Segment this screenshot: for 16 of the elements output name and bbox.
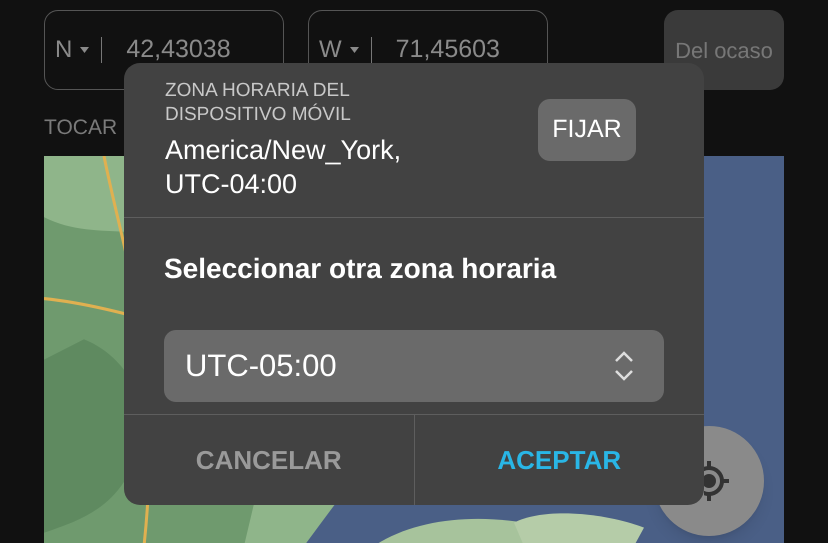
device-timezone: America/New_York, UTC-04:00	[165, 134, 402, 201]
hemisphere-dropdown[interactable]: N	[45, 32, 102, 68]
up-down-chevron-icon	[614, 350, 634, 382]
hemisphere-dropdown[interactable]: W	[309, 32, 371, 68]
accept-button[interactable]: ACEPTAR	[414, 415, 704, 505]
caret-icon	[350, 47, 359, 53]
crosshair-icon	[704, 458, 731, 502]
caret-icon	[80, 47, 90, 53]
coordinate-value: 71,45603	[394, 34, 500, 66]
map-hint: TOCAR	[44, 115, 118, 141]
cancel-button[interactable]: CANCELAR	[124, 415, 414, 505]
set-button[interactable]: FIJAR	[538, 99, 636, 161]
coordinate-value: 42,43038	[125, 34, 231, 66]
selected-timezone: UTC-05:00	[185, 346, 337, 385]
timezone-select[interactable]: UTC-05:00	[164, 330, 664, 402]
select-timezone-label: Seleccionar otra zona horaria	[164, 252, 556, 286]
